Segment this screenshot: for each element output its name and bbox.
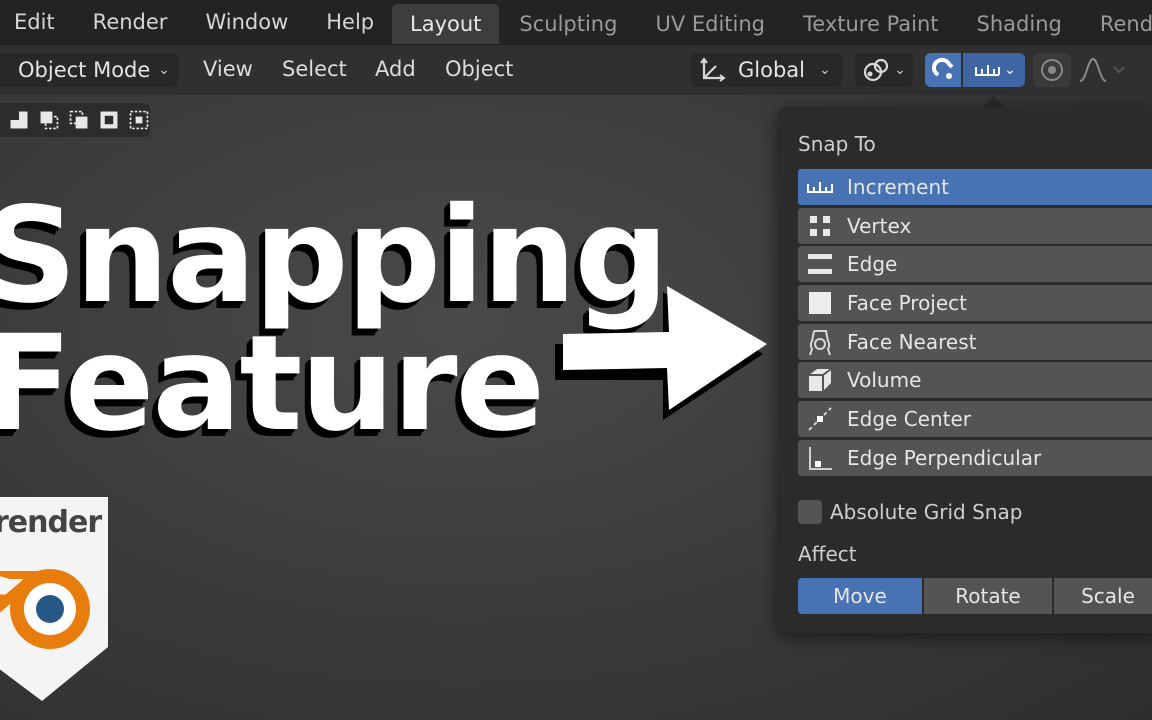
snap-item-volume[interactable]: Volume bbox=[798, 362, 1152, 399]
affect-move-button[interactable]: Move bbox=[798, 578, 922, 614]
face-project-icon bbox=[804, 289, 836, 317]
snap-to-list: Increment Vertex Edge Face Project Face … bbox=[798, 169, 1152, 479]
snap-item-label: Vertex bbox=[847, 213, 912, 238]
select-subtract-icon[interactable] bbox=[68, 107, 90, 133]
snap-item-label: Increment bbox=[847, 175, 949, 199]
snap-target-dropdown[interactable]: ⌄ bbox=[963, 53, 1025, 87]
menu-add[interactable]: Add bbox=[375, 57, 416, 81]
tab-shading[interactable]: Shading bbox=[959, 4, 1080, 44]
proportional-editing-button[interactable] bbox=[1033, 53, 1071, 87]
snap-item-label: Edge Perpendicular bbox=[847, 445, 1042, 470]
chevron-down-icon: ⌄ bbox=[1004, 62, 1016, 78]
transform-orientation-dropdown[interactable]: Global ⌄ bbox=[690, 53, 842, 87]
pivot-link-icon bbox=[864, 58, 889, 82]
edge-perpendicular-icon bbox=[804, 444, 836, 472]
menu-window[interactable]: Window bbox=[191, 10, 288, 34]
absolute-grid-snap-checkbox[interactable] bbox=[798, 500, 822, 524]
orientation-label: Global bbox=[738, 58, 805, 82]
snap-controls: ⌄ bbox=[925, 53, 1025, 87]
badge-label: render bbox=[0, 505, 102, 540]
tab-rendering[interactable]: Rend bbox=[1082, 4, 1152, 44]
menu-render[interactable]: Render bbox=[79, 10, 168, 34]
mode-label: Object Mode bbox=[18, 58, 151, 82]
snap-item-label: Edge Center bbox=[847, 407, 972, 432]
tab-sculpting[interactable]: Sculpting bbox=[501, 4, 635, 44]
snap-item-increment[interactable]: Increment bbox=[798, 169, 1152, 205]
snap-item-label: Edge bbox=[847, 252, 898, 277]
falloff-dropdown[interactable] bbox=[1078, 57, 1128, 87]
chevron-down-icon: ⌄ bbox=[819, 62, 831, 78]
snap-item-face-project[interactable]: Face Project bbox=[798, 285, 1152, 322]
vertex-icon bbox=[804, 212, 836, 240]
select-invert-icon[interactable] bbox=[98, 107, 120, 133]
affect-scale-button[interactable]: Scale bbox=[1054, 578, 1152, 614]
face-nearest-icon bbox=[804, 328, 836, 356]
increment-icon bbox=[975, 65, 1001, 76]
snap-to-heading: Snap To bbox=[798, 132, 876, 156]
proportional-circle-icon bbox=[1041, 59, 1063, 81]
snap-item-edge[interactable]: Edge bbox=[798, 246, 1152, 283]
menu-view[interactable]: View bbox=[203, 57, 253, 81]
volume-icon bbox=[804, 366, 836, 394]
object-mode-dropdown[interactable]: Object Mode ⌄ bbox=[0, 53, 178, 87]
top-menu-bar: Edit Render Window Help Layout Sculpting… bbox=[0, 0, 1152, 44]
snap-item-label: Face Nearest bbox=[847, 329, 977, 354]
arrow-right-icon bbox=[555, 286, 767, 420]
edge-icon bbox=[804, 250, 836, 278]
menu-select[interactable]: Select bbox=[282, 57, 347, 81]
snap-item-vertex[interactable]: Vertex bbox=[798, 207, 1152, 244]
orientation-axes-icon bbox=[700, 57, 726, 82]
title-line-2: Feature bbox=[0, 307, 545, 461]
select-new-icon[interactable] bbox=[8, 107, 30, 133]
snap-item-edge-center[interactable]: Edge Center bbox=[798, 401, 1152, 438]
tab-layout[interactable]: Layout bbox=[392, 4, 500, 44]
chevron-down-icon: ⌄ bbox=[894, 62, 906, 78]
snap-item-edge-perpendicular[interactable]: Edge Perpendicular bbox=[798, 439, 1152, 476]
workspace-tabs: Layout Sculpting UV Editing Texture Pain… bbox=[392, 4, 1152, 44]
snap-item-label: Volume bbox=[847, 368, 922, 393]
falloff-curve-icon bbox=[1079, 57, 1125, 82]
select-extend-icon[interactable] bbox=[38, 107, 60, 133]
chevron-down-icon: ⌄ bbox=[158, 62, 171, 78]
tab-uv-editing[interactable]: UV Editing bbox=[637, 4, 783, 44]
increment-icon bbox=[804, 173, 836, 201]
absolute-grid-snap-label[interactable]: Absolute Grid Snap bbox=[830, 500, 1022, 524]
edge-center-icon bbox=[804, 405, 836, 433]
viewport-header: Object Mode ⌄ View Select Add Object Glo… bbox=[0, 44, 1152, 95]
snap-settings-popover: Snap To Increment Vertex Edge Face Proje… bbox=[778, 107, 1152, 633]
tab-texture-paint[interactable]: Texture Paint bbox=[785, 4, 957, 44]
selection-mode-buttons bbox=[0, 103, 150, 137]
snap-item-label: Face Project bbox=[847, 291, 968, 316]
affect-heading: Affect bbox=[798, 542, 857, 566]
pivot-point-dropdown[interactable]: ⌄ bbox=[855, 53, 913, 87]
snap-item-face-nearest[interactable]: Face Nearest bbox=[798, 323, 1152, 360]
select-intersect-icon[interactable] bbox=[128, 107, 150, 133]
affect-rotate-button[interactable]: Rotate bbox=[924, 578, 1052, 614]
menu-help[interactable]: Help bbox=[312, 10, 374, 34]
snap-toggle-button[interactable] bbox=[925, 53, 961, 87]
menu-object[interactable]: Object bbox=[445, 57, 513, 81]
menu-edit[interactable]: Edit bbox=[0, 10, 55, 34]
affect-toggle-group: Move Rotate Scale bbox=[798, 578, 1152, 614]
magnet-icon bbox=[931, 57, 954, 79]
absolute-grid-snap-row: Absolute Grid Snap bbox=[798, 500, 1022, 524]
